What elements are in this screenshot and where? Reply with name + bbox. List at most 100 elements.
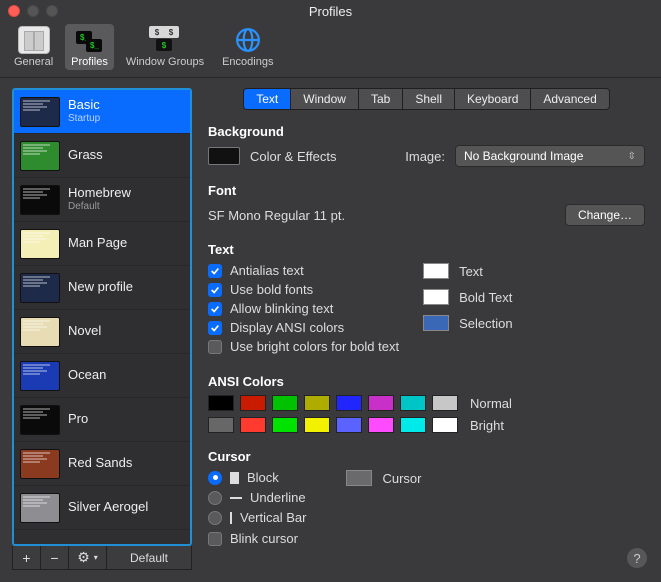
profile-name: Ocean bbox=[68, 368, 106, 383]
tab-tab[interactable]: Tab bbox=[359, 89, 403, 109]
cursor-color-well[interactable] bbox=[346, 470, 372, 486]
tab-advanced[interactable]: Advanced bbox=[531, 89, 608, 109]
checkbox-label: Display ANSI colors bbox=[230, 320, 344, 335]
remove-profile-button[interactable]: − bbox=[41, 546, 69, 569]
profile-row-silver-aerogel[interactable]: Silver Aerogel bbox=[14, 486, 190, 530]
checkbox-use-bright-colors-for-bold-text[interactable]: Use bright colors for bold text bbox=[208, 339, 399, 354]
checkbox-icon bbox=[208, 321, 222, 335]
checkbox-antialias-text[interactable]: Antialias text bbox=[208, 263, 399, 278]
profile-subtitle: Startup bbox=[68, 113, 100, 125]
minimize-window-button[interactable] bbox=[27, 5, 39, 17]
toolbar-general[interactable]: General bbox=[8, 24, 59, 70]
bold-text-color-well[interactable] bbox=[423, 289, 449, 305]
cursor-shape-block[interactable]: Block bbox=[208, 470, 306, 485]
tab-text[interactable]: Text bbox=[244, 89, 291, 109]
toolbar-general-label: General bbox=[14, 56, 53, 68]
profile-row-grass[interactable]: Grass bbox=[14, 134, 190, 178]
zoom-window-button[interactable] bbox=[46, 5, 58, 17]
globe-icon bbox=[232, 26, 264, 54]
profile-settings-pane: TextWindowTabShellKeyboardAdvanced Backg… bbox=[208, 88, 649, 570]
profile-list[interactable]: BasicStartupGrassHomebrewDefaultMan Page… bbox=[12, 88, 192, 546]
toolbar-profiles-label: Profiles bbox=[71, 56, 108, 68]
change-font-button[interactable]: Change… bbox=[565, 204, 645, 226]
profile-row-basic[interactable]: BasicStartup bbox=[14, 90, 190, 134]
profile-name: Basic bbox=[68, 98, 100, 113]
ansi-bright-label: Bright bbox=[470, 418, 504, 433]
radio-icon bbox=[208, 471, 222, 485]
profile-row-man-page[interactable]: Man Page bbox=[14, 222, 190, 266]
color-well-label: Selection bbox=[459, 316, 512, 331]
background-heading: Background bbox=[208, 124, 645, 139]
popup-arrows-icon: ⇳ bbox=[628, 151, 636, 162]
profile-name: Novel bbox=[68, 324, 101, 339]
profile-list-footer: + − ⚙ ▾ Default bbox=[12, 546, 192, 570]
profile-row-homebrew[interactable]: HomebrewDefault bbox=[14, 178, 190, 222]
close-window-button[interactable] bbox=[8, 5, 20, 17]
default-button[interactable]: Default bbox=[107, 546, 191, 569]
checkbox-icon bbox=[208, 532, 222, 546]
profile-thumbnail bbox=[20, 361, 60, 391]
checkbox-label: Antialias text bbox=[230, 263, 304, 278]
add-profile-button[interactable]: + bbox=[13, 546, 41, 569]
background-colors-effects-label: Color & Effects bbox=[250, 149, 336, 164]
profile-row-pro[interactable]: Pro bbox=[14, 398, 190, 442]
ansi-normal-2-well[interactable] bbox=[272, 395, 298, 411]
ansi-normal-5-well[interactable] bbox=[368, 395, 394, 411]
profile-thumbnail bbox=[20, 405, 60, 435]
cursor-options: Block Underline Vertical Bar Blink cursor bbox=[208, 470, 306, 550]
ansi-bright-5-well[interactable] bbox=[368, 417, 394, 433]
help-button[interactable]: ? bbox=[627, 548, 647, 568]
selection-color-well[interactable] bbox=[423, 315, 449, 331]
radio-icon bbox=[208, 491, 222, 505]
toolbar-profiles[interactable]: $_$_ Profiles bbox=[65, 24, 114, 70]
profile-row-novel[interactable]: Novel bbox=[14, 310, 190, 354]
profile-row-new-profile[interactable]: New profile bbox=[14, 266, 190, 310]
radio-label: Underline bbox=[250, 490, 306, 505]
toolbar-window-groups-label: Window Groups bbox=[126, 56, 204, 68]
radio-label: Vertical Bar bbox=[240, 510, 306, 525]
profile-thumbnail bbox=[20, 229, 60, 259]
checkbox-allow-blinking-text[interactable]: Allow blinking text bbox=[208, 301, 399, 316]
profile-row-red-sands[interactable]: Red Sands bbox=[14, 442, 190, 486]
general-icon bbox=[18, 26, 50, 54]
toolbar-encodings-label: Encodings bbox=[222, 56, 273, 68]
ansi-bright-6-well[interactable] bbox=[400, 417, 426, 433]
ansi-normal-3-well[interactable] bbox=[304, 395, 330, 411]
ansi-bright-4-well[interactable] bbox=[336, 417, 362, 433]
preferences-toolbar: General $_$_ Profiles $$$ Window Groups … bbox=[0, 22, 661, 78]
ansi-bright-7-well[interactable] bbox=[432, 417, 458, 433]
profile-thumbnail bbox=[20, 449, 60, 479]
cursor-shape-bar[interactable]: Vertical Bar bbox=[208, 510, 306, 525]
ansi-bright-0-well[interactable] bbox=[208, 417, 234, 433]
checkbox-blink-cursor[interactable]: Blink cursor bbox=[208, 531, 306, 546]
profile-name: Red Sands bbox=[68, 456, 132, 471]
profile-thumbnail bbox=[20, 185, 60, 215]
tab-keyboard[interactable]: Keyboard bbox=[455, 89, 531, 109]
profile-name: New profile bbox=[68, 280, 133, 295]
ansi-normal-0-well[interactable] bbox=[208, 395, 234, 411]
text-color-well[interactable] bbox=[423, 263, 449, 279]
ansi-bright-3-well[interactable] bbox=[304, 417, 330, 433]
profile-row-ocean[interactable]: Ocean bbox=[14, 354, 190, 398]
ansi-normal-1-well[interactable] bbox=[240, 395, 266, 411]
cursor-shape-under[interactable]: Underline bbox=[208, 490, 306, 505]
ansi-normal-6-well[interactable] bbox=[400, 395, 426, 411]
tab-window[interactable]: Window bbox=[291, 89, 359, 109]
ansi-bright-2-well[interactable] bbox=[272, 417, 298, 433]
background-color-well[interactable] bbox=[208, 147, 240, 165]
ansi-normal-7-well[interactable] bbox=[432, 395, 458, 411]
checkbox-display-ansi-colors[interactable]: Display ANSI colors bbox=[208, 320, 399, 335]
ansi-bright-1-well[interactable] bbox=[240, 417, 266, 433]
radio-label: Block bbox=[247, 470, 279, 485]
toolbar-window-groups[interactable]: $$$ Window Groups bbox=[120, 24, 210, 70]
cursor-shape-icon bbox=[230, 472, 239, 484]
checkbox-use-bold-fonts[interactable]: Use bold fonts bbox=[208, 282, 399, 297]
background-image-popup[interactable]: No Background Image ⇳ bbox=[455, 145, 645, 167]
checkbox-label: Use bright colors for bold text bbox=[230, 339, 399, 354]
cursor-heading: Cursor bbox=[208, 449, 645, 464]
settings-tabs: TextWindowTabShellKeyboardAdvanced bbox=[243, 88, 610, 110]
ansi-normal-4-well[interactable] bbox=[336, 395, 362, 411]
profile-actions-menu[interactable]: ⚙ ▾ bbox=[69, 546, 107, 569]
toolbar-encodings[interactable]: Encodings bbox=[216, 24, 279, 70]
tab-shell[interactable]: Shell bbox=[403, 89, 455, 109]
